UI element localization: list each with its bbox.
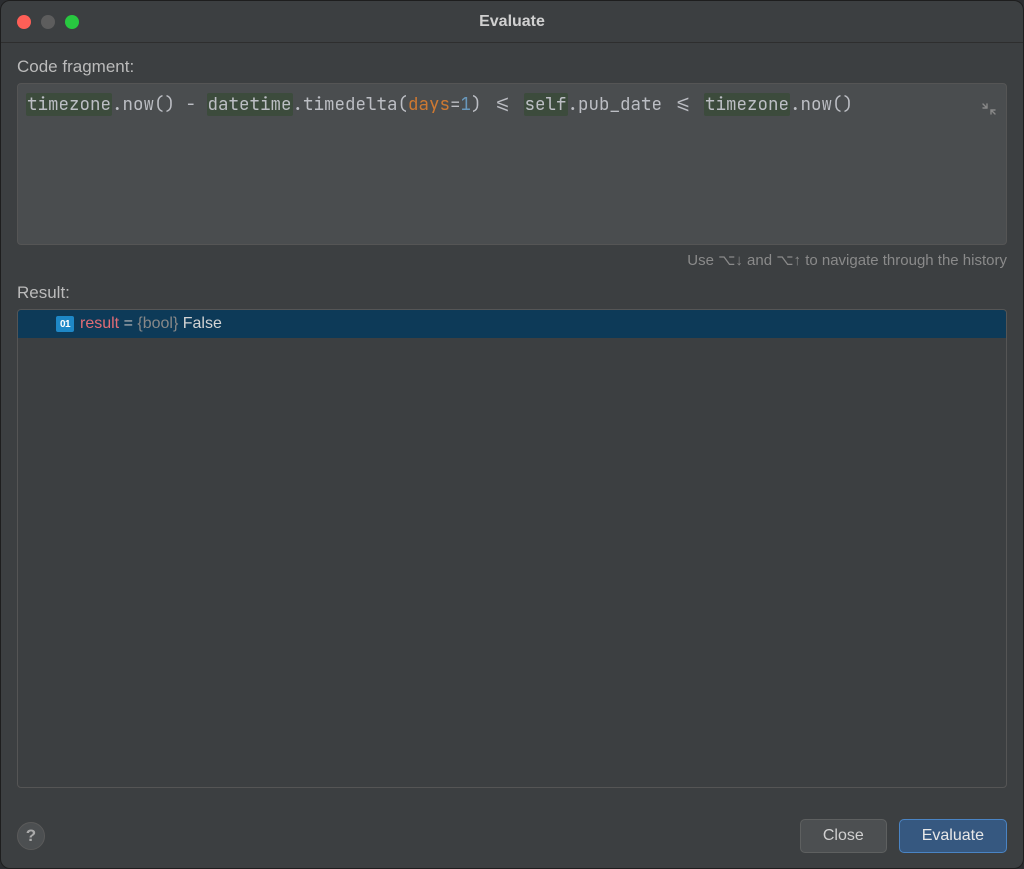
bool-type-icon: 01 [56,316,74,332]
code-fragment-label: Code fragment: [17,57,1007,77]
window-title: Evaluate [1,13,1023,31]
collapse-icon[interactable] [982,98,996,124]
dialog-footer: ? Close Evaluate [1,804,1023,868]
window-controls [1,15,79,29]
code-fragment-input[interactable]: timezone.now() - datetime.timedelta(days… [17,83,1007,245]
result-label: Result: [17,283,1007,303]
window-maximize-button[interactable] [65,15,79,29]
result-equals: = [119,315,137,332]
result-type: {bool} [137,315,182,332]
window-minimize-button[interactable] [41,15,55,29]
help-button[interactable]: ? [17,822,45,850]
result-row[interactable]: 01 result = {bool} False [18,310,1006,338]
result-value: False [183,315,222,332]
result-panel: 01 result = {bool} False [17,309,1007,788]
evaluate-window: Evaluate Code fragment: timezone.now() -… [0,0,1024,869]
window-titlebar: Evaluate [1,1,1023,43]
window-close-button[interactable] [17,15,31,29]
result-variable-name: result [80,315,119,332]
history-hint: Use ⌥↓ and ⌥↑ to navigate through the hi… [17,251,1007,269]
evaluate-button[interactable]: Evaluate [899,819,1007,853]
close-button[interactable]: Close [800,819,887,853]
content-area: Code fragment: timezone.now() - datetime… [1,43,1023,804]
